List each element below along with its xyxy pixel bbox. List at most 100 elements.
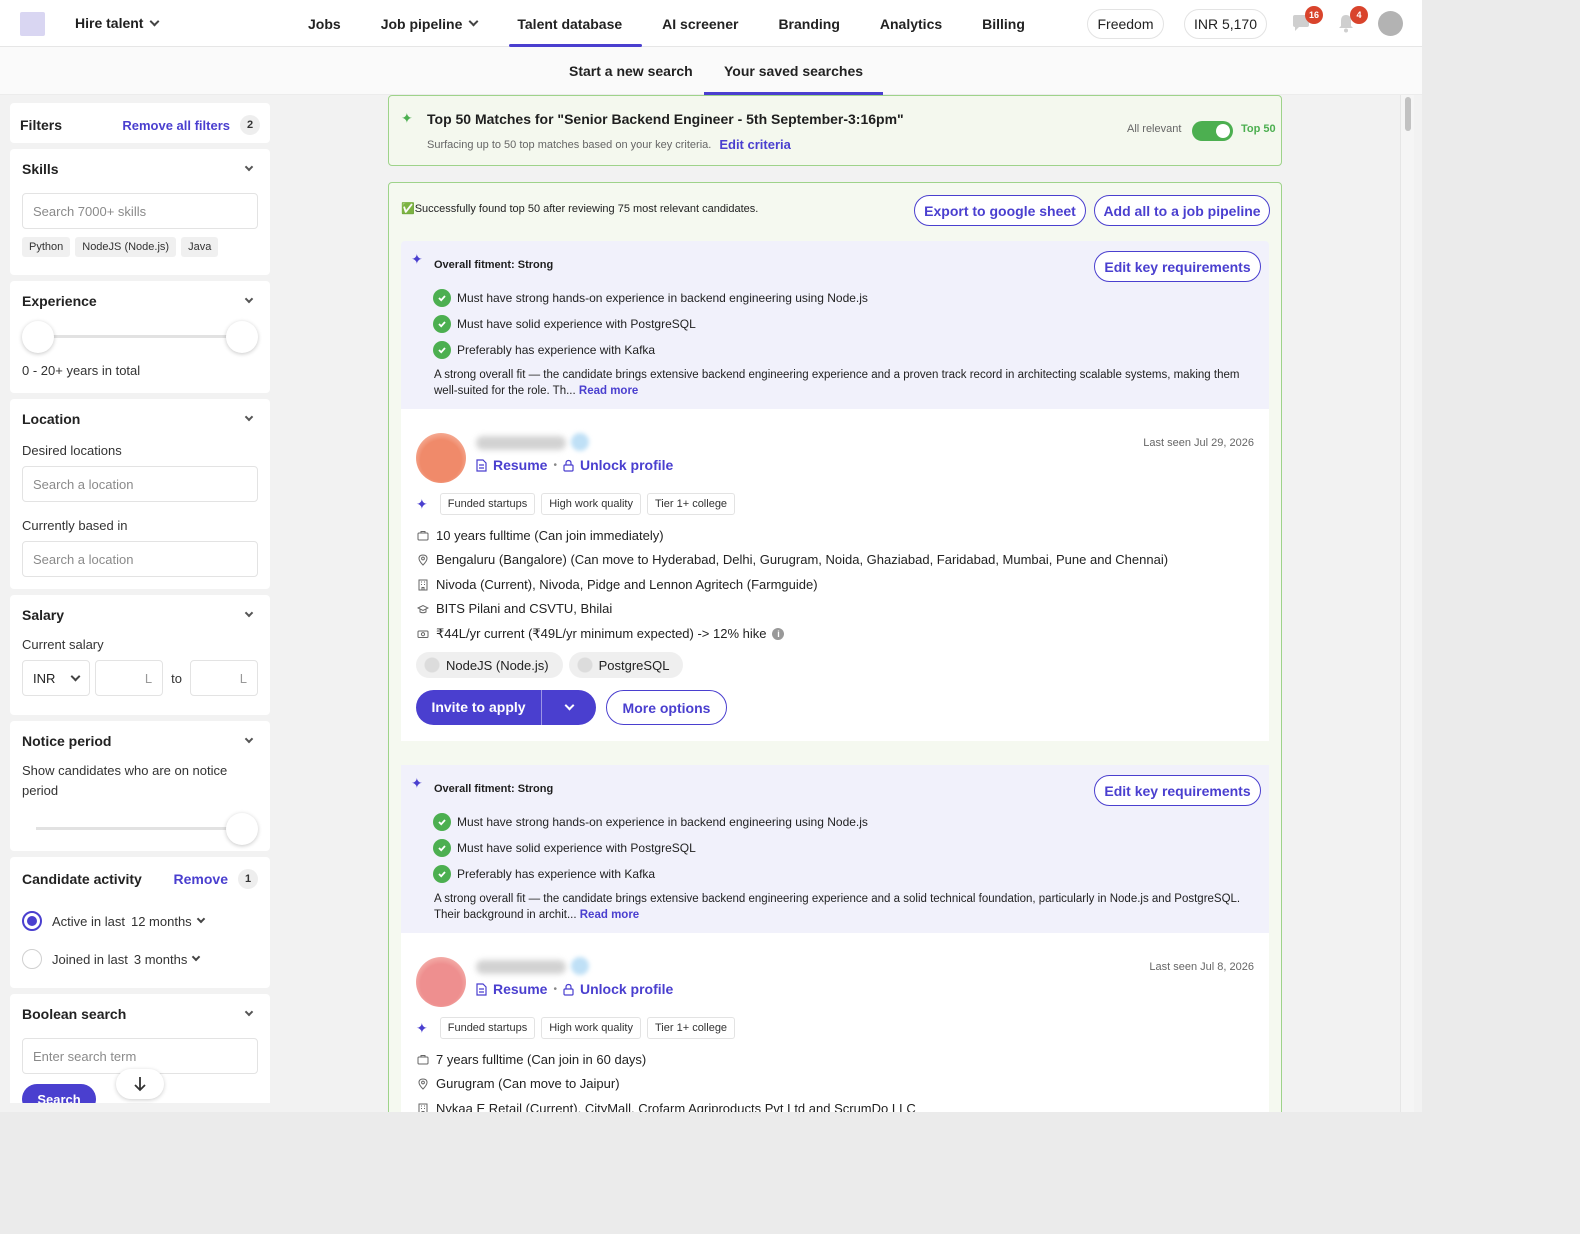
add-all-to-pipeline-button[interactable]: Add all to a job pipeline — [1094, 195, 1270, 226]
edit-key-requirements-button[interactable]: Edit key requirements — [1094, 775, 1261, 806]
notice-period-header[interactable]: Notice period — [22, 733, 258, 749]
export-google-sheet-button[interactable]: Export to google sheet — [914, 195, 1086, 226]
desired-location-input[interactable]: Search a location — [22, 466, 258, 502]
fitment-title: Overall fitment: Strong — [434, 259, 554, 271]
messages-button[interactable]: 16 — [1290, 6, 1323, 36]
boolean-search-button-label: Search — [37, 1091, 81, 1104]
candidate-tags: ✦ Funded startups High work quality Tier… — [416, 1017, 736, 1039]
salary-header[interactable]: Salary — [22, 607, 258, 623]
chevron-down-icon — [244, 294, 254, 304]
main-scrollbar[interactable] — [1400, 95, 1414, 1112]
scrollbar-thumb[interactable] — [1405, 97, 1411, 131]
top-matches-toggle[interactable] — [1192, 121, 1233, 141]
nav-talent-database-label: Talent database — [517, 15, 623, 32]
nav-branding[interactable]: Branding — [758, 0, 859, 47]
boolean-search-button[interactable]: Search — [22, 1084, 96, 1103]
notice-period-panel: Notice period Show candidates who are on… — [10, 721, 270, 851]
nav-jobs[interactable]: Jobs — [288, 0, 361, 47]
active-in-last-value[interactable]: 12 months — [131, 914, 192, 929]
hire-talent-dropdown[interactable]: Hire talent — [75, 15, 160, 31]
fitment-panel: ✦ Overall fitment: Strong Edit key requi… — [401, 765, 1269, 933]
radio-unselected[interactable] — [22, 949, 42, 969]
info-icon[interactable]: i — [772, 628, 785, 640]
joined-in-last-value[interactable]: 3 months — [134, 952, 187, 967]
skill-chip: PostgreSQL — [568, 652, 684, 678]
salary-row: ₹44L/yr current (₹49L/yr minimum expecte… — [417, 626, 785, 642]
salary-to-label: to — [171, 670, 182, 686]
skills-header[interactable]: Skills — [22, 161, 258, 177]
building-icon — [418, 579, 428, 590]
resume-link[interactable]: Resume — [493, 981, 547, 997]
slider-track — [36, 335, 244, 338]
location-pin-icon — [418, 1077, 428, 1090]
nav-job-pipeline[interactable]: Job pipeline — [361, 0, 498, 47]
notice-period-title: Notice period — [22, 733, 112, 749]
edit-criteria-link[interactable]: Edit criteria — [719, 137, 791, 152]
credits-pill[interactable]: INR 5,170 — [1184, 9, 1267, 39]
joined-in-last-label: Joined in last — [52, 951, 128, 967]
scroll-down-button[interactable] — [116, 1069, 164, 1099]
current-location-input[interactable]: Search a location — [22, 541, 258, 577]
tab-saved-searches-label: Your saved searches — [724, 62, 864, 79]
edit-key-requirements-button[interactable]: Edit key requirements — [1094, 251, 1261, 282]
experience-range-text: 0 - 20+ years in total — [22, 363, 141, 378]
candidate-skills: NodeJS (Node.js) PostgreSQL — [416, 652, 689, 678]
check-circle-icon — [433, 315, 451, 333]
notifications-button[interactable]: 4 — [1335, 6, 1368, 36]
experience-range-slider[interactable] — [22, 321, 258, 353]
slider-max-handle[interactable] — [226, 321, 258, 353]
invite-to-apply-button[interactable]: Invite to apply — [416, 690, 542, 725]
tab-new-search[interactable]: Start a new search — [569, 47, 693, 94]
candidate-avatar[interactable] — [416, 433, 466, 483]
resume-link[interactable]: Resume — [493, 457, 547, 473]
nav-billing[interactable]: Billing — [962, 0, 1045, 47]
invite-dropdown-button[interactable] — [542, 700, 596, 711]
experience-header[interactable]: Experience — [22, 293, 258, 309]
salary-max-input[interactable]: L — [189, 660, 258, 696]
skills-search-input[interactable]: Search 7000+ skills — [22, 193, 258, 229]
requirement-text: Must have solid experience with PostgreS… — [457, 841, 696, 855]
plan-pill[interactable]: Freedom — [1087, 9, 1164, 39]
boolean-search-placeholder: Enter search term — [33, 1048, 137, 1064]
location-row: Gurugram (Can move to Jaipur) — [417, 1076, 620, 1091]
currency-select[interactable]: INR — [22, 660, 91, 696]
briefcase-icon — [417, 1054, 429, 1064]
remove-activity-filter-link[interactable]: Remove — [174, 871, 228, 887]
slider-handle[interactable] — [226, 813, 258, 845]
slider-min-handle[interactable] — [22, 321, 54, 353]
user-avatar[interactable] — [1378, 11, 1403, 36]
active-in-last-option[interactable]: Active in last 12 months — [22, 911, 258, 931]
filters-header: Filters Remove all filters 2 — [10, 103, 270, 143]
location-header[interactable]: Location — [22, 411, 258, 427]
document-icon — [476, 982, 487, 996]
nav-ai-screener[interactable]: AI screener — [642, 0, 758, 47]
candidate-name-blurred — [476, 436, 566, 450]
skills-panel: Skills Search 7000+ skills Python NodeJS … — [10, 149, 270, 275]
relocation-text: (Can move to Hyderabad, Delhi, Gurugram,… — [570, 552, 1169, 567]
read-more-link[interactable]: Read more — [580, 909, 639, 921]
skill-chip[interactable]: Python — [22, 237, 71, 257]
salary-range-row: INR L to L — [22, 660, 258, 696]
current-location-label: Currently based in — [22, 518, 128, 533]
nav-analytics[interactable]: Analytics — [860, 0, 962, 47]
chevron-down-icon — [468, 16, 479, 27]
tab-saved-searches[interactable]: Your saved searches — [703, 47, 884, 95]
fitment-summary-text: A strong overall fit — the candidate bri… — [434, 893, 1241, 921]
joined-in-last-option[interactable]: Joined in last 3 months — [22, 949, 258, 969]
unlock-profile-link[interactable]: Unlock profile — [580, 457, 673, 473]
candidate-avatar[interactable] — [416, 957, 466, 1007]
remove-all-filters-link[interactable]: Remove all filters — [122, 118, 230, 133]
salary-min-input[interactable]: L — [95, 660, 164, 696]
radio-selected[interactable] — [22, 911, 42, 931]
boolean-search-header[interactable]: Boolean search — [22, 1006, 258, 1022]
skill-chip[interactable]: Java — [181, 237, 219, 257]
nav-talent-database[interactable]: Talent database — [497, 0, 642, 47]
read-more-link[interactable]: Read more — [579, 385, 638, 397]
unlock-profile-link[interactable]: Unlock profile — [580, 981, 673, 997]
filters-count-badge: 2 — [240, 115, 260, 135]
salary-title: Salary — [22, 607, 65, 623]
company-logo[interactable] — [20, 12, 45, 36]
notice-period-slider[interactable] — [22, 813, 258, 845]
more-options-button[interactable]: More options — [606, 690, 727, 725]
skill-chip[interactable]: NodeJS (Node.js) — [75, 237, 177, 257]
